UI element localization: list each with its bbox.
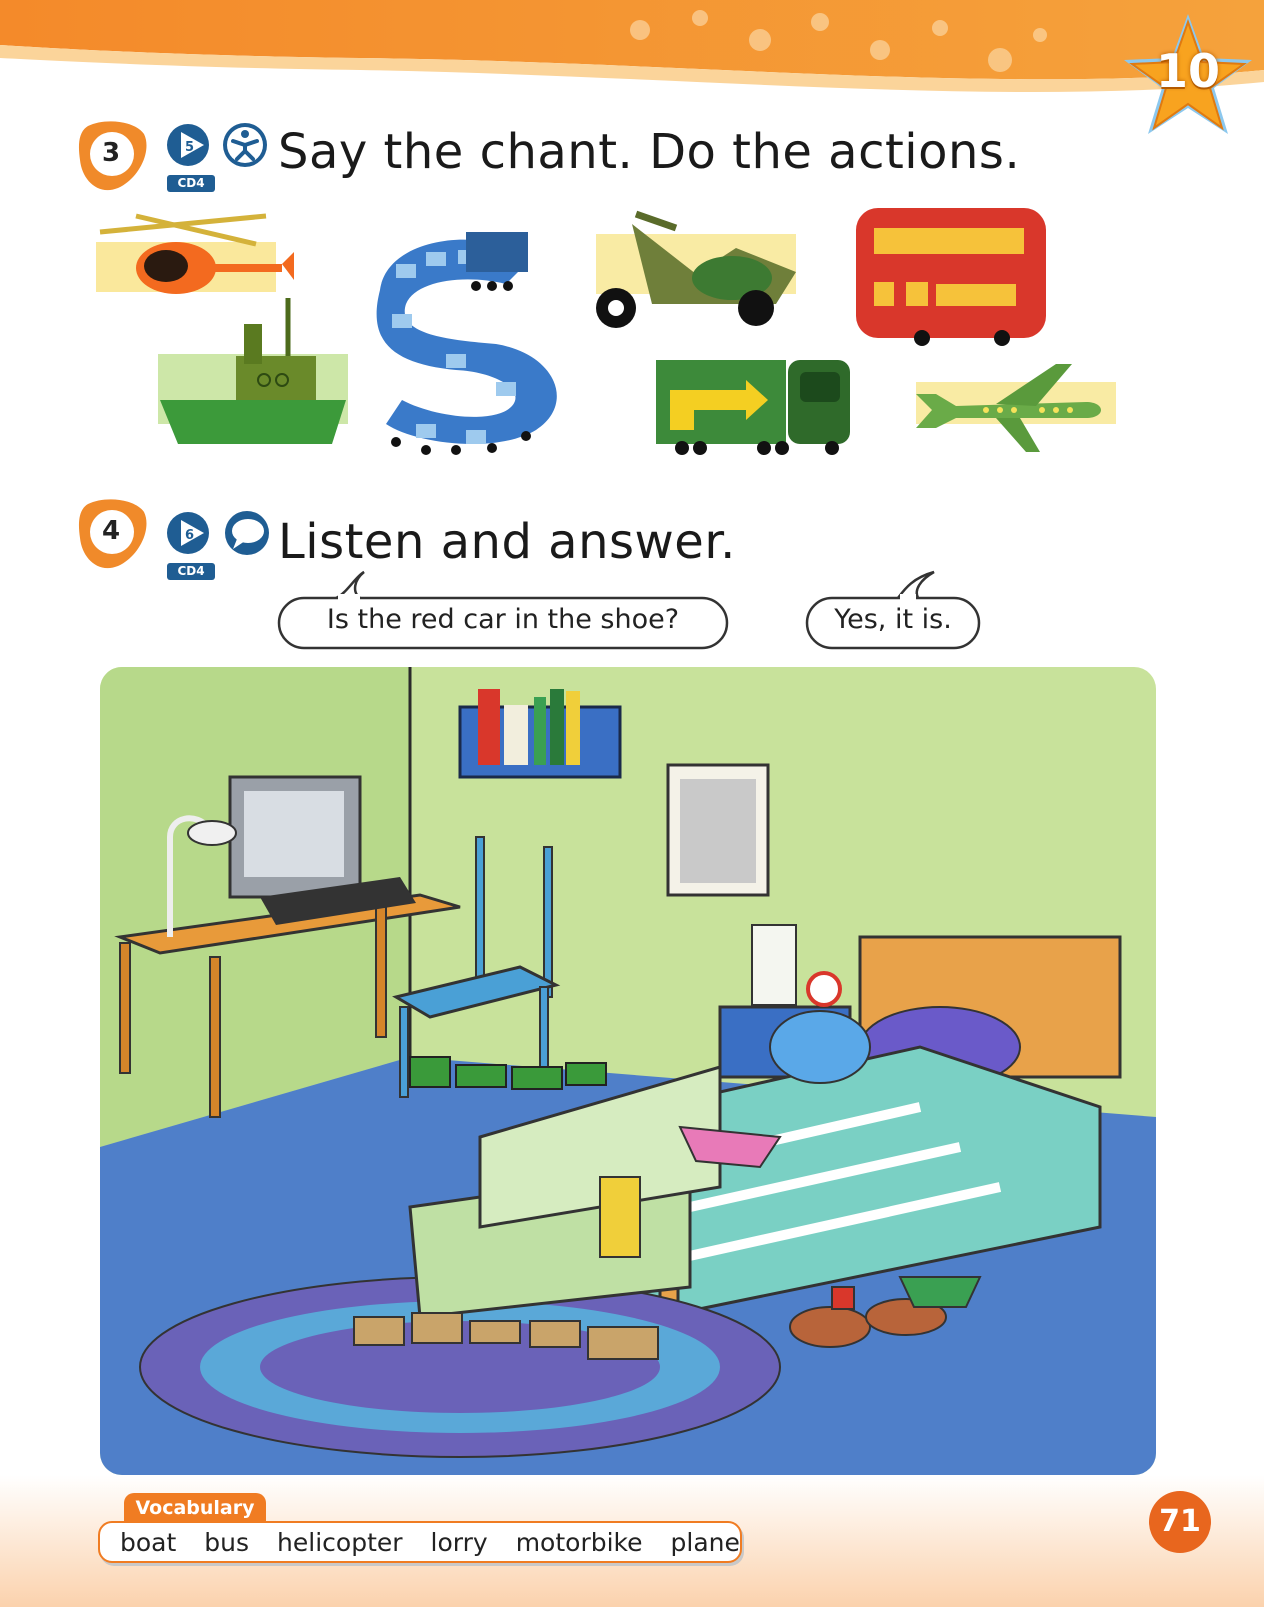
- vehicles-illustration: [96, 208, 1116, 455]
- shoe-left: [789, 1306, 871, 1348]
- motorbike-picture: [596, 210, 796, 328]
- page-number: 71: [1159, 1504, 1201, 1539]
- vocabulary-word: motorbike: [515, 1527, 643, 1557]
- exercise-4-title: Listen and answer.: [278, 514, 736, 570]
- unit-number: 10: [1155, 44, 1220, 98]
- alarm-clock: [806, 971, 842, 1007]
- exercise-3-track: 5: [185, 140, 194, 155]
- exercise-4-number: 4: [101, 516, 121, 546]
- lorry-picture: [656, 360, 850, 455]
- vocabulary-label: Vocabulary: [124, 1493, 266, 1523]
- vocabulary-word: lorry: [430, 1527, 488, 1557]
- vocabulary-word: plane: [670, 1527, 740, 1557]
- top-banner: [0, 0, 1264, 93]
- train-picture: [376, 232, 557, 455]
- audio-play-icon[interactable]: 6: [164, 509, 216, 557]
- speech-bubble-answer-text: Yes, it is.: [834, 604, 952, 635]
- plane-picture: [916, 364, 1116, 452]
- exercise-4-cd-label: CD4: [167, 563, 215, 580]
- vocabulary-word: bus: [204, 1527, 250, 1557]
- action-person-icon: [223, 123, 267, 167]
- exercise-3-title: Say the chant. Do the actions.: [278, 124, 1021, 180]
- boat-picture: [158, 298, 348, 444]
- exercise-3-number: 3: [101, 138, 121, 168]
- vocabulary-box: boat bus helicopter lorry motorbike plan…: [98, 1521, 742, 1563]
- speech-bubble-icon: [225, 511, 269, 555]
- bus-picture: [856, 208, 1046, 346]
- exercise-4-track: 6: [185, 528, 194, 543]
- exercise-3-cd-label: CD4: [167, 175, 215, 192]
- toy-green-boat: [898, 1276, 982, 1308]
- vocabulary-word: helicopter: [277, 1527, 403, 1557]
- blue-pillow: [769, 1010, 871, 1084]
- bedside-lamp: [751, 924, 797, 1006]
- bedroom-illustration: [100, 667, 1156, 1475]
- toy-red-car: [831, 1286, 855, 1310]
- speech-bubble-question-text: Is the red car in the shoe?: [326, 604, 680, 635]
- helicopter-picture: [96, 213, 294, 294]
- audio-play-icon[interactable]: 5: [164, 121, 216, 169]
- vocabulary-word: boat: [120, 1527, 177, 1557]
